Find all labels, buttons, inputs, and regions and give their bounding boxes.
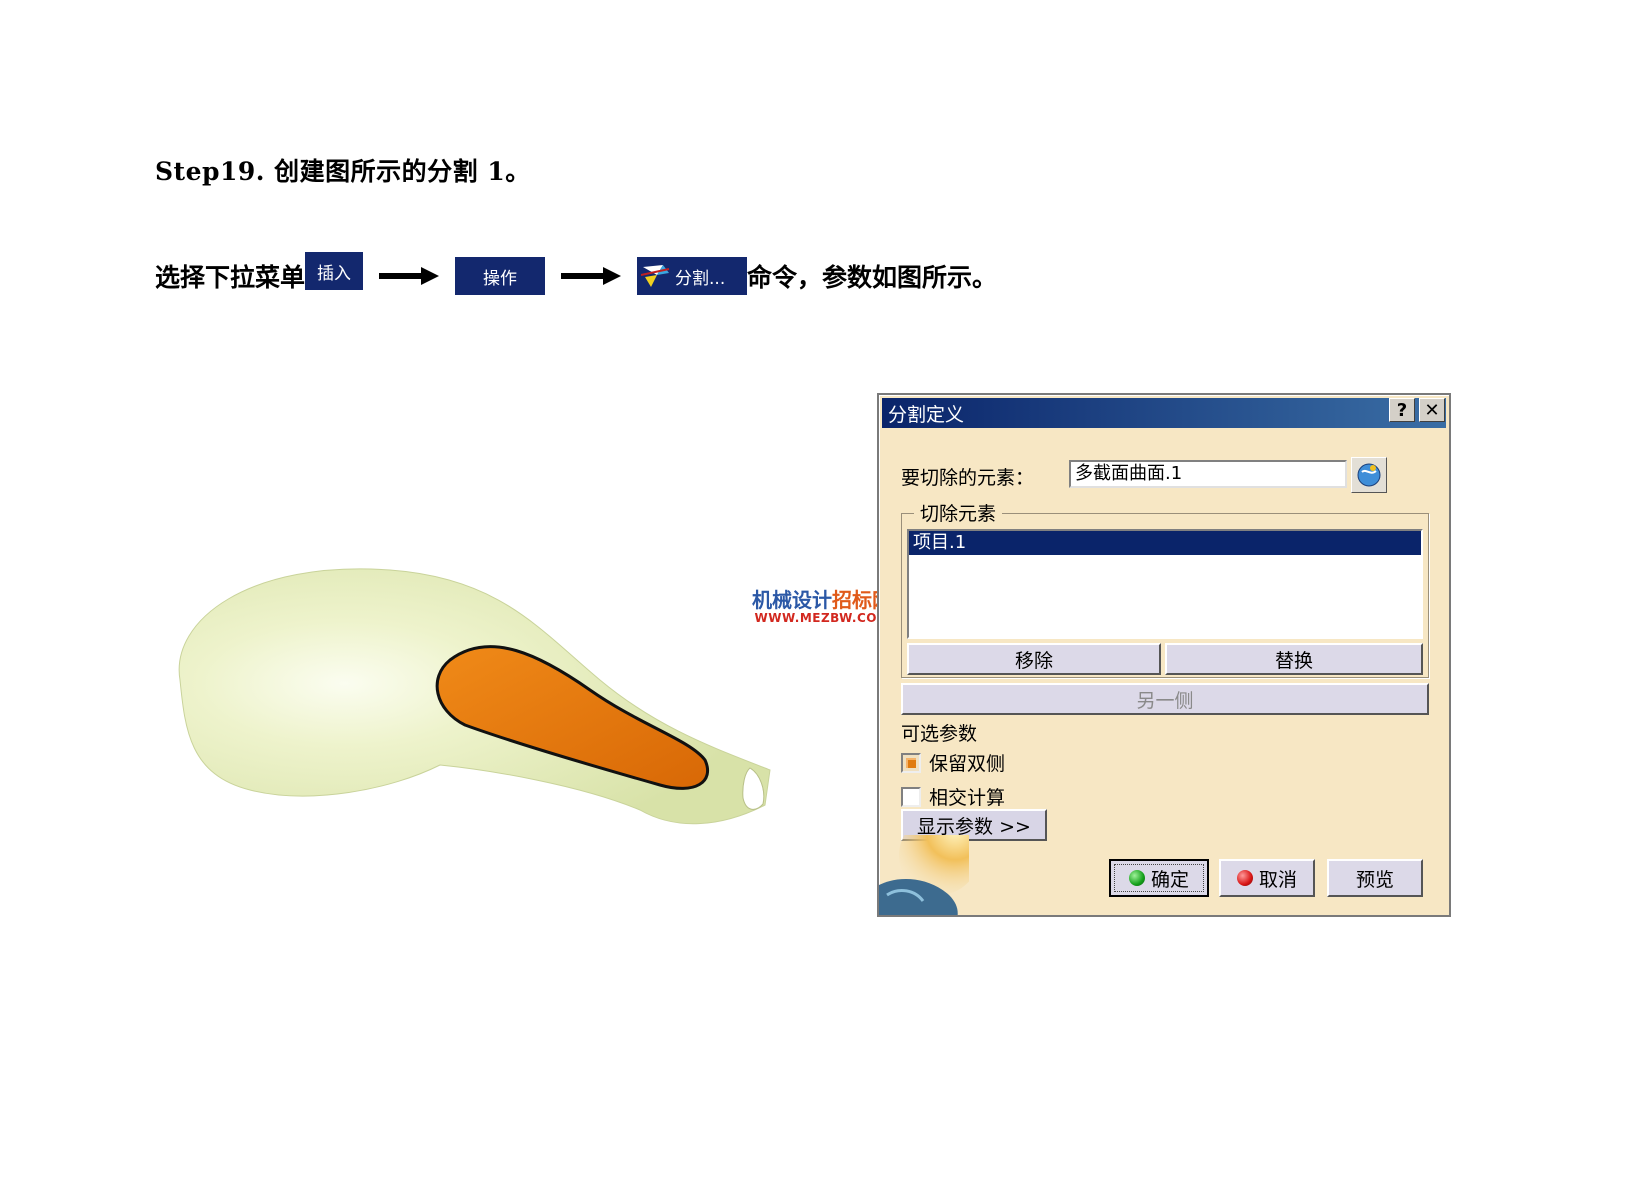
- keep-both-sides-checkbox[interactable]: [901, 752, 921, 773]
- menu-insert: 插入: [305, 252, 364, 290]
- cutting-elements-title: 切除元素: [914, 499, 1003, 526]
- instruction-line: 选择下拉菜单 插入 操作 分割... 命令，参数如图所示。: [155, 252, 998, 297]
- watermark-line1: 机械设计招标网: [752, 588, 892, 612]
- step-title: Step19. 创建图所示的分割 1。: [155, 157, 531, 186]
- model-surface: [178, 568, 771, 825]
- dialog-title: 分割定义: [888, 403, 965, 426]
- ok-icon: [1128, 870, 1145, 886]
- watermark: 机械设计招标网 WWW.MEZBW.COM: [752, 584, 892, 625]
- split-definition-dialog: 分割定义 ? ✕ 要切除的元素： 多截面曲面.1 切除元素 项目.1 移除 替换…: [877, 393, 1451, 917]
- close-button[interactable]: ✕: [1419, 398, 1445, 422]
- dialog-titlebar[interactable]: 分割定义: [882, 398, 1446, 428]
- cutting-elements-list[interactable]: 项目.1: [907, 529, 1423, 639]
- element-to-cut-label: 要切除的元素：: [901, 467, 1035, 489]
- cancel-icon: [1236, 870, 1253, 886]
- intersections-label: 相交计算: [929, 787, 1006, 809]
- globe-icon: [879, 835, 969, 915]
- arrow-icon: [561, 267, 622, 285]
- split-icon: [641, 265, 670, 287]
- intersections-checkbox[interactable]: [901, 786, 921, 807]
- list-item[interactable]: 项目.1: [909, 531, 1421, 555]
- other-side-button[interactable]: 另一侧: [901, 683, 1429, 715]
- keep-both-sides-label: 保留双侧: [929, 753, 1006, 775]
- remove-button[interactable]: 移除: [907, 643, 1161, 675]
- arrow-icon: [379, 267, 440, 285]
- menu-operation: 操作: [455, 257, 546, 295]
- replace-button[interactable]: 替换: [1165, 643, 1423, 675]
- watermark-url: WWW.MEZBW.COM: [754, 611, 890, 625]
- menu-split: 分割...: [637, 257, 748, 295]
- preview-button[interactable]: 预览: [1327, 859, 1423, 897]
- intersections-row[interactable]: 相交计算: [901, 783, 1005, 810]
- menu-split-label: 分割...: [675, 268, 726, 289]
- pick-icon[interactable]: [1351, 457, 1387, 493]
- cancel-button[interactable]: 取消: [1219, 859, 1315, 897]
- element-to-cut-field[interactable]: 多截面曲面.1: [1069, 460, 1347, 488]
- ok-button[interactable]: 确定: [1109, 859, 1209, 897]
- instruction-suffix: 命令，参数如图所示。: [747, 263, 998, 292]
- optional-parameters-label: 可选参数: [901, 723, 978, 745]
- keep-both-sides-row[interactable]: 保留双侧: [901, 749, 1005, 776]
- instruction-prefix: 选择下拉菜单: [155, 263, 306, 292]
- help-button[interactable]: ?: [1389, 398, 1415, 422]
